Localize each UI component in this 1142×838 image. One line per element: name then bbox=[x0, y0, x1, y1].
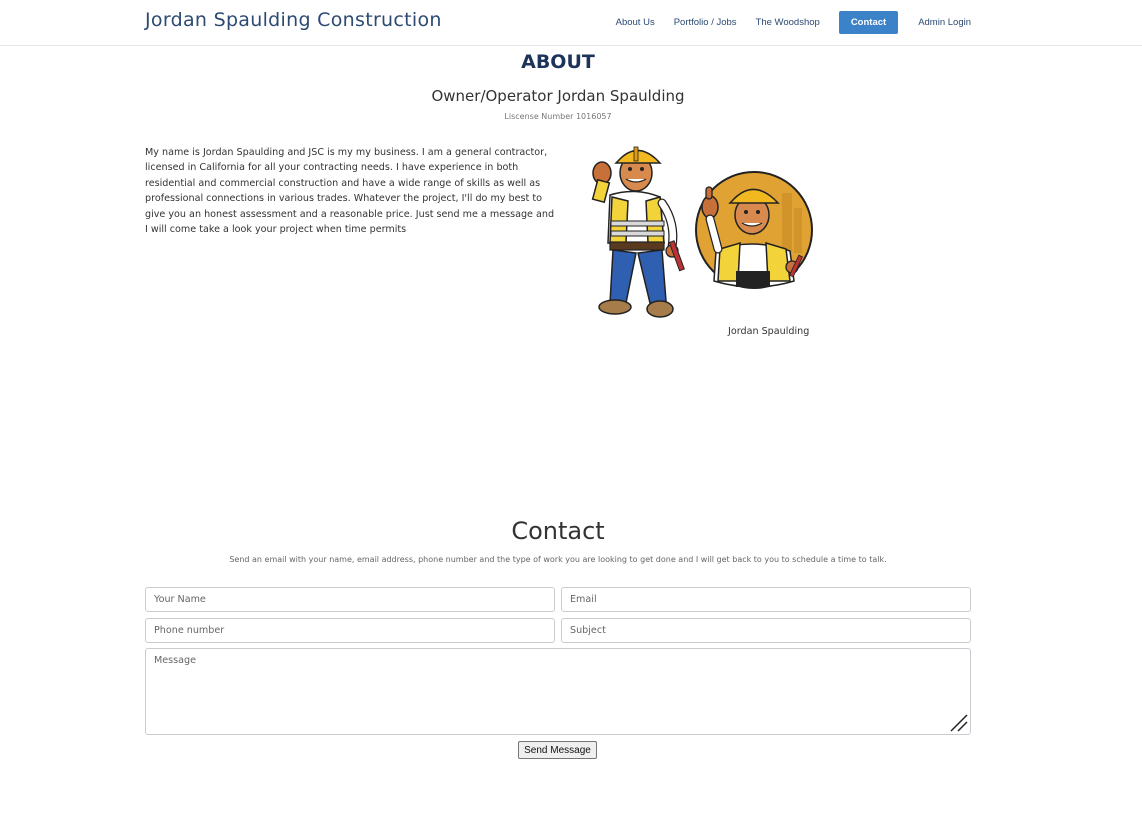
nav-portfolio-jobs[interactable]: Portfolio / Jobs bbox=[674, 17, 737, 28]
worker-badge-illustration bbox=[695, 171, 813, 289]
nav-the-woodshop[interactable]: The Woodshop bbox=[756, 17, 820, 28]
nav-links: About Us Portfolio / Jobs The Woodshop C… bbox=[597, 11, 971, 34]
contact-heading: Contact bbox=[511, 517, 605, 545]
about-heading: ABOUT bbox=[521, 51, 595, 73]
contact-subtitle: Send an email with your name, email addr… bbox=[229, 555, 887, 564]
nav-admin-login[interactable]: Admin Login bbox=[918, 17, 971, 28]
bio-paragraph: My name is Jordan Spaulding and JSC is m… bbox=[145, 147, 555, 236]
subject-field[interactable] bbox=[561, 618, 971, 643]
name-field[interactable] bbox=[145, 587, 555, 612]
nav-contact[interactable]: Contact bbox=[838, 11, 899, 34]
license-number: Liscense Number 1016057 bbox=[504, 112, 612, 121]
nav-about-us[interactable]: About Us bbox=[616, 17, 655, 28]
navbar: Jordan Spaulding Construction About Us P… bbox=[0, 0, 1142, 46]
worker-standing-illustration bbox=[591, 146, 685, 318]
message-field[interactable] bbox=[145, 648, 971, 735]
brand-title[interactable]: Jordan Spaulding Construction bbox=[145, 9, 442, 31]
email-field[interactable] bbox=[561, 587, 971, 612]
illustration-caption: Jordan Spaulding bbox=[728, 326, 810, 337]
phone-field[interactable] bbox=[145, 618, 555, 643]
send-message-button[interactable]: Send Message bbox=[518, 741, 597, 759]
resize-grip-icon[interactable] bbox=[949, 713, 969, 733]
owner-heading: Owner/Operator Jordan Spaulding bbox=[431, 87, 685, 105]
